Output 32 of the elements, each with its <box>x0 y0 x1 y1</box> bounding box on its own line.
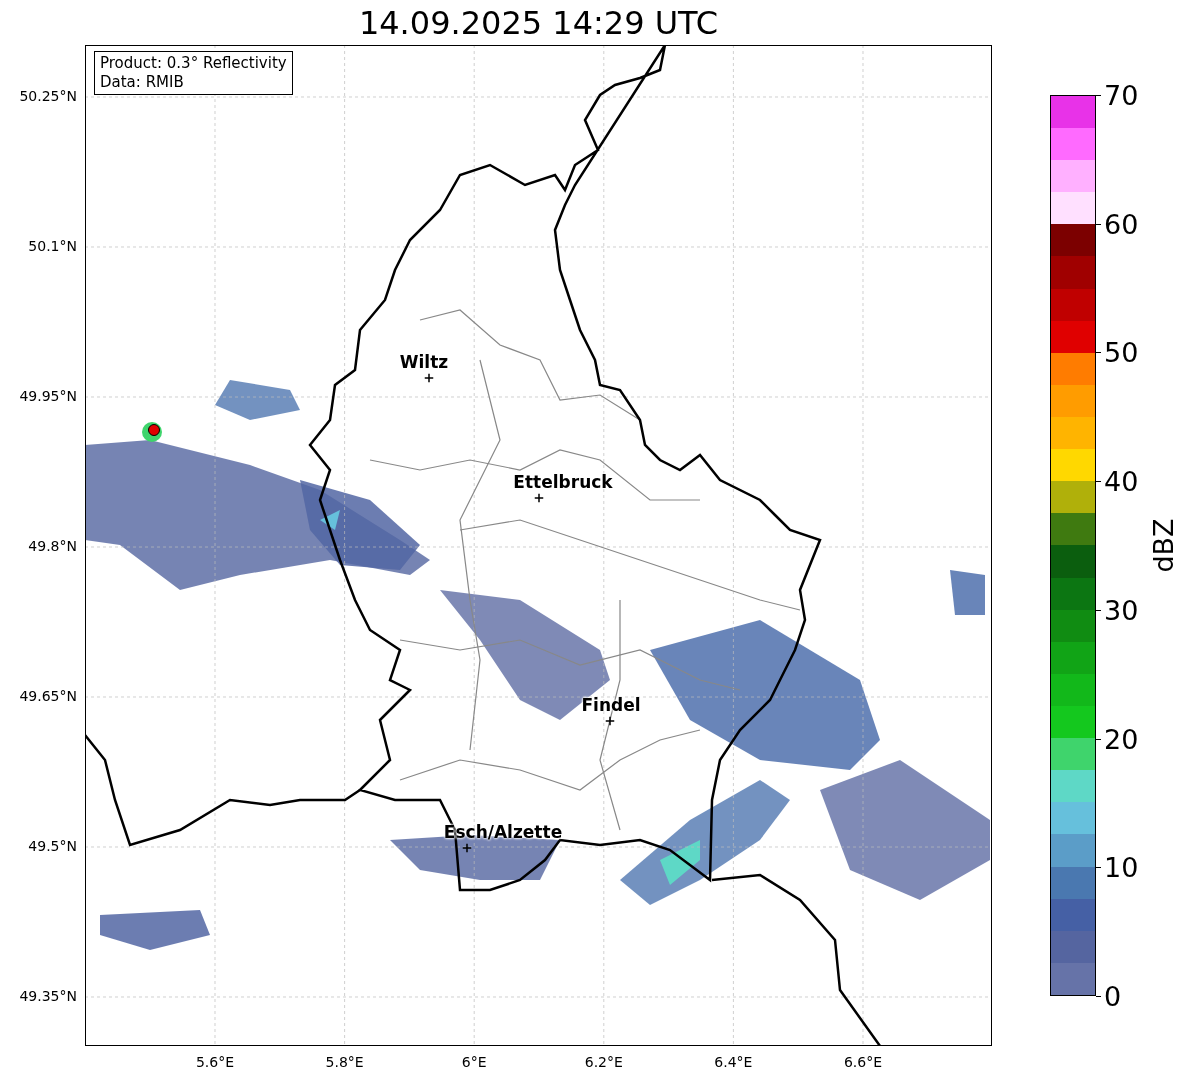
colorbar-tick-label: 50 <box>1104 338 1139 366</box>
longitude-tick-label: 6.6°E <box>843 1054 883 1070</box>
colorbar-tick-label: 60 <box>1104 210 1139 238</box>
longitude-tick-label: 5.8°E <box>325 1054 364 1070</box>
colorbar-tick-label: 10 <box>1104 853 1139 881</box>
city-marker-icon <box>534 493 544 503</box>
city-label: Wiltz <box>399 352 449 372</box>
latitude-tick-label: 49.65°N <box>19 688 77 704</box>
info-text: Data: RMIB <box>100 73 185 92</box>
longitude-tick-label: 5.6°E <box>195 1054 235 1070</box>
info-text: Product: 0.3° Reflectivity <box>100 54 287 73</box>
latitude-tick-label: 50.1°N <box>28 238 77 254</box>
longitude-tick-label: 6°E <box>461 1054 487 1070</box>
chart-title: 14.09.2025 14:29 UTC <box>358 3 719 42</box>
latitude-tick-label: 49.95°N <box>19 388 77 404</box>
city-marker-icon <box>424 373 434 383</box>
latitude-tick-label: 49.5°N <box>28 838 77 854</box>
city-marker-icon <box>605 716 615 726</box>
colorbar-tick-label: 40 <box>1104 467 1139 495</box>
longitude-tick-label: 6.4°E <box>714 1054 753 1070</box>
city-label: Findel <box>581 695 641 715</box>
city-label: Ettelbruck <box>513 472 613 492</box>
latitude-tick-label: 50.25°N <box>19 88 77 104</box>
colorbar-tick-label: 30 <box>1104 596 1139 624</box>
latitude-tick-label: 49.8°N <box>28 538 77 554</box>
colorbar-tick-label: 20 <box>1104 725 1139 753</box>
colorbar-tick-label: 70 <box>1104 81 1139 109</box>
longitude-tick-label: 6.2°E <box>584 1054 623 1070</box>
colorbar-label: dBZ <box>1147 518 1179 573</box>
colorbar-tick-label: 0 <box>1104 982 1122 1010</box>
latitude-tick-label: 49.35°N <box>19 988 77 1004</box>
city-marker-icon <box>462 843 472 853</box>
